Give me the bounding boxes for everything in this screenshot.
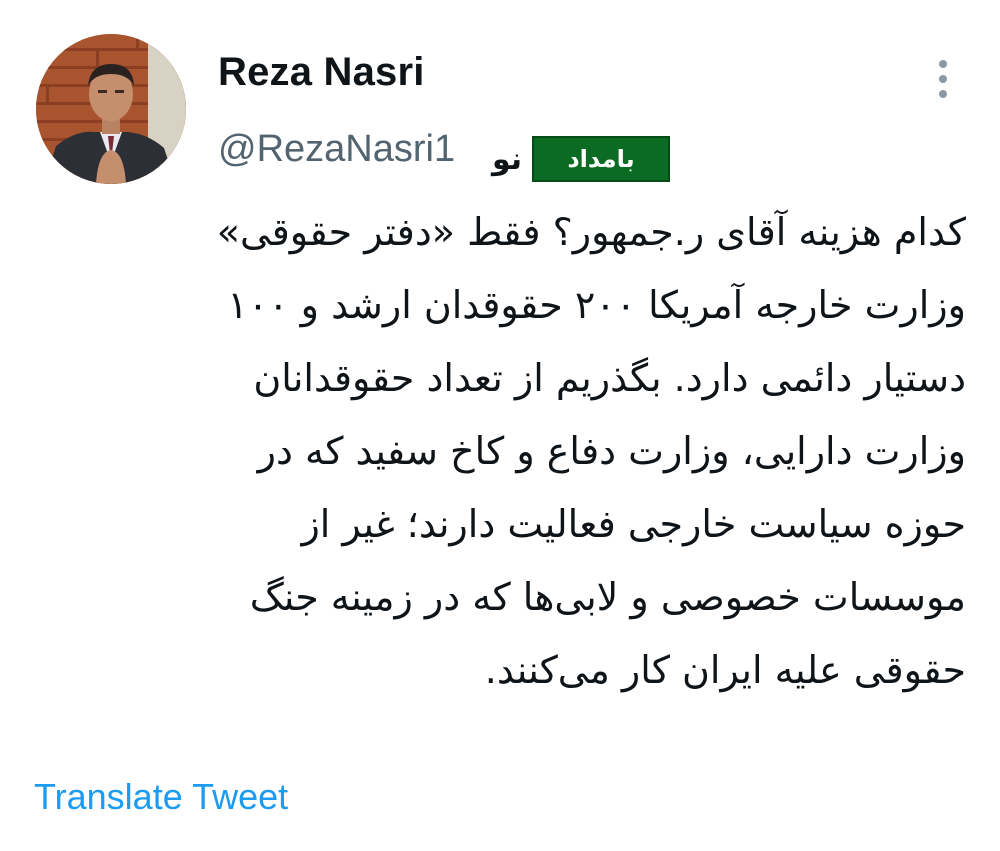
tweet-text-line: دستیار دائمی دارد. بگذریم از تعداد حقوقد… [253, 356, 966, 400]
translate-tweet-link[interactable]: Translate Tweet [34, 776, 288, 818]
more-options-button[interactable] [930, 56, 956, 102]
tweet-card: Reza Nasri @RezaNasri1 نو بامداد کدام هز… [0, 0, 1000, 851]
author-display-name[interactable]: Reza Nasri [218, 50, 425, 95]
avatar[interactable] [36, 34, 186, 184]
tweet-text-line: حوزه سیاست خارجی فعالیت دارند؛ غیر از [301, 502, 966, 546]
watermark-box-text: بامداد [532, 136, 670, 182]
author-handle[interactable]: @RezaNasri1 [218, 128, 480, 171]
more-vertical-icon [939, 60, 947, 98]
tweet-text: کدام هزینه آقای ر.جمهور؟ فقط «دفتر حقوقی… [34, 196, 966, 707]
tweet-text-line: وزارت خارجه آمریکا ۲۰۰ حقوقدان ارشد و ۱۰… [227, 283, 966, 327]
tweet-text-line: موسسات خصوصی و لابی‌ها که در زمینه جنگ [249, 575, 966, 619]
tweet-text-line: وزارت دارایی، وزارت دفاع و کاخ سفید که د… [257, 429, 966, 473]
tweet-text-line: حقوقی علیه ایران کار می‌کنند. [484, 648, 966, 692]
watermark-side-text: نو [491, 142, 523, 177]
tweet-text-line: کدام هزینه آقای ر.جمهور؟ فقط «دفتر حقوقی… [216, 210, 966, 254]
avatar-image [36, 34, 186, 184]
bamdad-no-watermark-logo: نو بامداد [478, 136, 672, 184]
